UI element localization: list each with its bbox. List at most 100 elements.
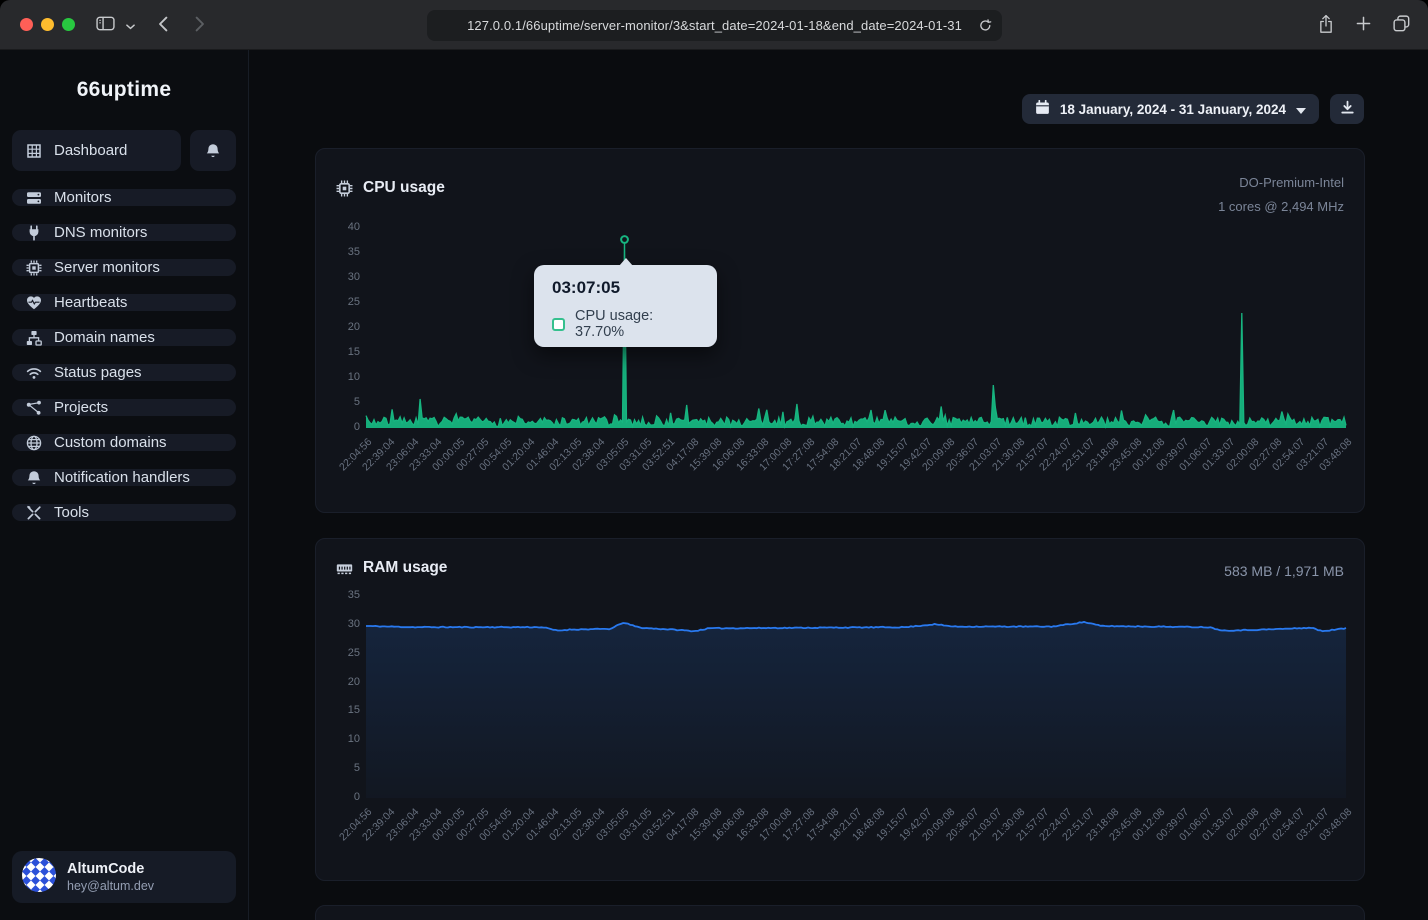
- grid-icon: [25, 143, 42, 159]
- sidebar-item-status-pages[interactable]: Status pages: [12, 364, 236, 381]
- browser-chrome: 127.0.0.1/66uptime/server-monitor/3&star…: [0, 0, 1428, 50]
- minimize-window-button[interactable]: [41, 18, 54, 31]
- y-axis-label: 40: [324, 221, 360, 233]
- close-window-button[interactable]: [20, 18, 33, 31]
- forward-chevron-icon: [195, 16, 205, 35]
- sidebar-item-label: Dashboard: [54, 142, 127, 159]
- ram-card-header: RAM usage: [336, 559, 447, 577]
- zoom-window-button[interactable]: [62, 18, 75, 31]
- sidebar-item-label: Custom domains: [54, 434, 167, 451]
- browser-window: 127.0.0.1/66uptime/server-monitor/3&star…: [0, 0, 1428, 920]
- sidebar-item-label: Monitors: [54, 189, 112, 206]
- new-tab-button[interactable]: [1356, 16, 1371, 34]
- share-icon: [1318, 14, 1334, 37]
- globe-icon: [25, 435, 42, 451]
- date-range-picker[interactable]: 18 January, 2024 - 31 January, 2024: [1022, 94, 1319, 124]
- user-name: AltumCode: [67, 861, 154, 877]
- sidebar-item-heartbeats[interactable]: Heartbeats: [12, 294, 236, 311]
- brand-logo: 66uptime: [12, 78, 236, 102]
- url-bar[interactable]: 127.0.0.1/66uptime/server-monitor/3&star…: [427, 10, 1002, 41]
- ram-card-title: RAM usage: [363, 559, 447, 577]
- chart-tooltip: 03:07:05 CPU usage: 37.70%: [534, 265, 717, 347]
- tab-overview-chevron-button[interactable]: [126, 0, 135, 50]
- next-metric-card: [315, 905, 1365, 920]
- y-axis-label: 15: [324, 704, 360, 716]
- sidebar-item-dns-monitors[interactable]: DNS monitors: [12, 224, 236, 241]
- y-axis-label: 15: [324, 346, 360, 358]
- cpu-card-header: CPU usage: [336, 179, 445, 197]
- bell-icon: [25, 470, 42, 486]
- back-button[interactable]: [158, 0, 168, 50]
- avatar: [22, 858, 56, 897]
- y-axis-label: 0: [324, 421, 360, 433]
- y-axis-label: 30: [324, 271, 360, 283]
- chevron-down-icon: [126, 18, 135, 33]
- ram-usage-summary: 583 MB / 1,971 MB: [1224, 559, 1344, 583]
- export-download-button[interactable]: [1330, 94, 1364, 124]
- reload-icon[interactable]: [979, 19, 992, 37]
- ram-usage-chart[interactable]: [366, 596, 1346, 798]
- y-axis-label: 0: [324, 791, 360, 803]
- sidebar-toggle-button[interactable]: [96, 0, 115, 50]
- y-axis-label: 10: [324, 733, 360, 745]
- y-axis-label: 5: [324, 762, 360, 774]
- server-icon: [25, 190, 42, 206]
- tools-icon: [25, 505, 42, 521]
- sidebar-item-notification-handlers[interactable]: Notification handlers: [12, 469, 236, 486]
- forward-button[interactable]: [195, 0, 205, 50]
- sidebar-item-dashboard[interactable]: Dashboard: [12, 130, 181, 171]
- cpu-usage-chart[interactable]: [366, 228, 1346, 428]
- y-axis-label: 35: [324, 246, 360, 258]
- plus-icon: [1356, 16, 1371, 34]
- cpu-card-title: CPU usage: [363, 179, 445, 197]
- tooltip-time: 03:07:05: [552, 278, 699, 298]
- sidebar-item-label: Heartbeats: [54, 294, 127, 311]
- y-axis-label: 30: [324, 618, 360, 630]
- cpu-server-info: DO-Premium-Intel 1 cores @ 2,494 MHz: [1218, 171, 1344, 219]
- caret-down-icon: [1296, 102, 1306, 117]
- cpu-usage-card: CPU usage DO-Premium-Intel 1 cores @ 2,4…: [315, 148, 1365, 513]
- sidebar-item-monitors[interactable]: Monitors: [12, 189, 236, 206]
- sidebar-item-label: Tools: [54, 504, 89, 521]
- tooltip-value-label: CPU usage: 37.70%: [575, 308, 699, 340]
- ram-usage-card: RAM usage 583 MB / 1,971 MB 353025201510…: [315, 538, 1365, 881]
- share-button[interactable]: [1318, 14, 1334, 37]
- user-email: hey@altum.dev: [67, 879, 154, 893]
- y-axis-label: 35: [324, 589, 360, 601]
- user-profile[interactable]: AltumCode hey@altum.dev: [12, 851, 236, 903]
- sidebar-item-domain-names[interactable]: Domain names: [12, 329, 236, 346]
- tabs-icon: [1393, 15, 1410, 35]
- sidebar-item-tools[interactable]: Tools: [12, 504, 236, 521]
- sidebar-item-label: Status pages: [54, 364, 142, 381]
- back-chevron-icon: [158, 16, 168, 35]
- sidebar-item-custom-domains[interactable]: Custom domains: [12, 434, 236, 451]
- hover-point-marker: [621, 236, 628, 243]
- cpu-cores-label: 1 cores @ 2,494 MHz: [1218, 195, 1344, 219]
- app-root: 66uptime Dashboard Monitors DNS monitors Se…: [0, 50, 1428, 920]
- cpu-chip-icon: [336, 180, 353, 197]
- sidebar-item-label: Server monitors: [54, 259, 160, 276]
- download-icon: [1340, 100, 1355, 118]
- show-tabs-button[interactable]: [1393, 15, 1410, 35]
- sidebar-nav: Dashboard Monitors DNS monitors Server moni…: [12, 130, 236, 521]
- wifi-icon: [25, 365, 42, 381]
- main-content: 18 January, 2024 - 31 January, 2024 CPU …: [249, 50, 1428, 920]
- ram-memory-icon: [336, 561, 353, 576]
- y-axis-label: 25: [324, 296, 360, 308]
- sidebar-item-label: Projects: [54, 399, 108, 416]
- tooltip-legend-marker: [552, 318, 565, 331]
- sidebar-toggle-icon: [96, 16, 115, 34]
- notifications-button[interactable]: [190, 130, 236, 171]
- sidebar-item-server-monitors[interactable]: Server monitors: [12, 259, 236, 276]
- url-text: 127.0.0.1/66uptime/server-monitor/3&star…: [467, 18, 962, 33]
- window-controls: [20, 18, 75, 31]
- date-range-label: 18 January, 2024 - 31 January, 2024: [1060, 102, 1286, 117]
- sitemap-icon: [25, 330, 42, 346]
- calendar-icon: [1035, 100, 1050, 118]
- cpu-plan-label: DO-Premium-Intel: [1218, 171, 1344, 195]
- sidebar-item-projects[interactable]: Projects: [12, 399, 236, 416]
- y-axis-label: 25: [324, 647, 360, 659]
- chip-icon: [25, 260, 42, 276]
- sidebar-item-label: Domain names: [54, 329, 155, 346]
- y-axis-label: 10: [324, 371, 360, 383]
